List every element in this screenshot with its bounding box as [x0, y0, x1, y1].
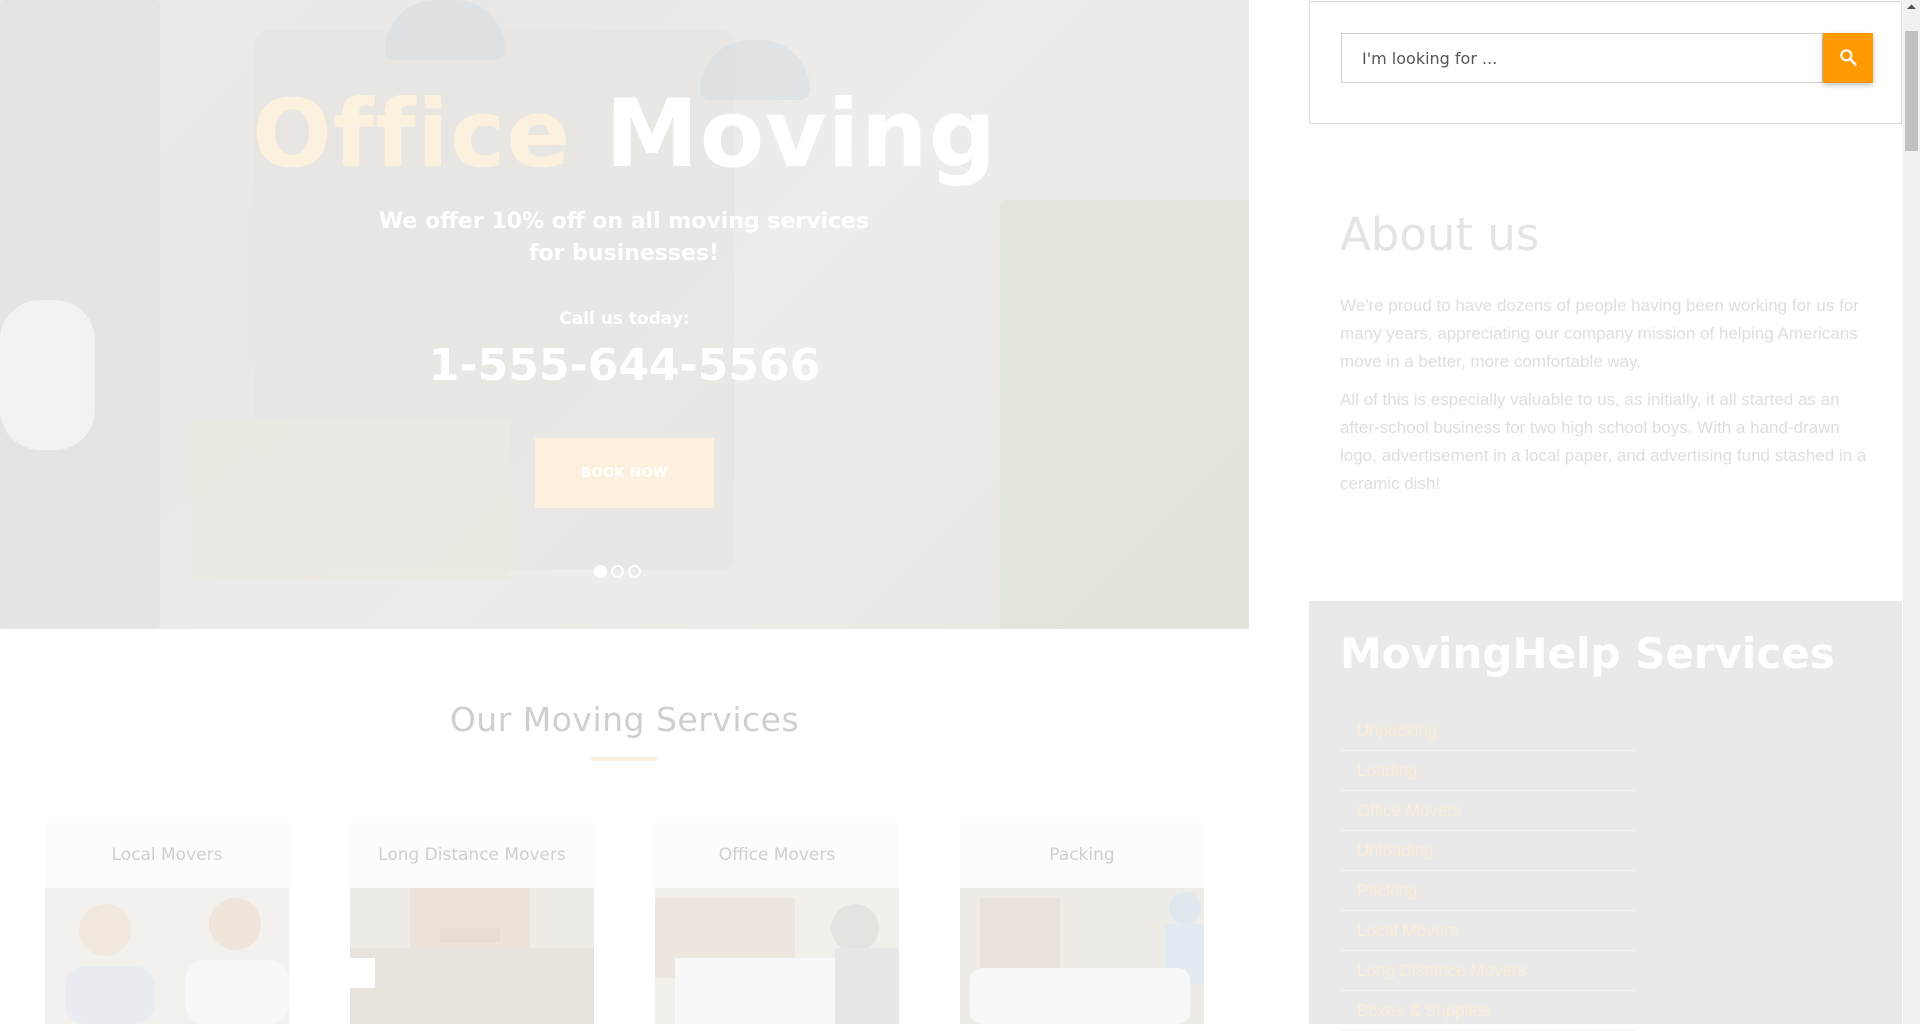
slider-dot-2[interactable]	[611, 565, 624, 578]
about-paragraph-1: We're proud to have dozens of people hav…	[1340, 296, 1859, 371]
hero-subtitle: We offer 10% off on all moving services …	[378, 209, 870, 266]
service-card-office-movers[interactable]: Office Movers	[655, 822, 899, 1024]
slider-dot-3[interactable]	[628, 565, 641, 578]
hero-title: Office Moving	[0, 80, 1249, 190]
service-card-packing[interactable]: Packing	[960, 822, 1204, 1024]
services-widget-title: MovingHelp Services	[1340, 629, 1835, 678]
about-title: About us	[1340, 208, 1540, 261]
hero-background-cap-left	[385, 0, 505, 60]
service-card-label[interactable]: Office Movers	[655, 822, 899, 888]
service-card-image[interactable]	[960, 888, 1204, 1024]
services-list-item-long-distance-movers[interactable]: Long Distance Movers	[1340, 951, 1636, 991]
hero-title-word: Moving	[605, 80, 997, 189]
services-list-item-local-movers[interactable]: Local Movers	[1340, 911, 1636, 951]
phone-number[interactable]: 1-555-644-5566	[0, 340, 1249, 391]
search-input[interactable]	[1341, 33, 1823, 83]
hero-background-boxes	[190, 420, 510, 580]
book-now-button[interactable]: BOOK NOW	[535, 438, 714, 508]
search-button[interactable]	[1823, 33, 1873, 83]
call-label: Call us today:	[559, 309, 690, 329]
services-list: Unpacking Loading Office Movers Unloadin…	[1340, 711, 1636, 1031]
service-card-label[interactable]: Packing	[960, 822, 1204, 888]
services-widget: MovingHelp Services Unpacking Loading Of…	[1309, 601, 1902, 1031]
services-list-item-office-movers[interactable]: Office Movers	[1340, 791, 1636, 831]
page-scrollbar[interactable]	[1903, 0, 1920, 1024]
hero-background-greenery	[1000, 200, 1249, 629]
services-list-item-packing[interactable]: Packing	[1340, 871, 1636, 911]
services-list-item-unloading[interactable]: Unloading	[1340, 831, 1636, 871]
scrollbar-thumb[interactable]	[1905, 31, 1918, 151]
service-card-label[interactable]: Long Distance Movers	[350, 822, 594, 888]
hero-slider: Office Moving We offer 10% off on all mo…	[0, 0, 1249, 629]
services-list-item-boxes-supplies[interactable]: Boxes & Supplies	[1340, 991, 1636, 1031]
scroll-up-arrow-icon[interactable]	[1903, 0, 1920, 17]
service-card-long-distance-movers[interactable]: Long Distance Movers	[350, 822, 594, 1024]
services-list-item-unpacking[interactable]: Unpacking	[1340, 711, 1636, 751]
service-card-image[interactable]	[350, 888, 594, 1024]
about-paragraph-2: All of this is especially valuable to us…	[1340, 390, 1867, 493]
services-section-title: Our Moving Services	[449, 700, 800, 739]
about-widget: About us We're proud to have dozens of p…	[1309, 170, 1902, 590]
title-underline	[591, 757, 657, 761]
slider-pagination	[594, 565, 641, 578]
service-card-image[interactable]	[655, 888, 899, 1024]
service-card-local-movers[interactable]: Local Movers	[45, 822, 289, 1024]
slider-dot-1[interactable]	[594, 565, 607, 578]
search-widget	[1309, 1, 1902, 124]
hero-title-accent-word: Office	[252, 80, 572, 189]
search-icon	[1838, 47, 1858, 70]
service-card-image[interactable]	[45, 888, 289, 1024]
services-list-item-loading[interactable]: Loading	[1340, 751, 1636, 791]
service-card-label[interactable]: Local Movers	[45, 822, 289, 888]
